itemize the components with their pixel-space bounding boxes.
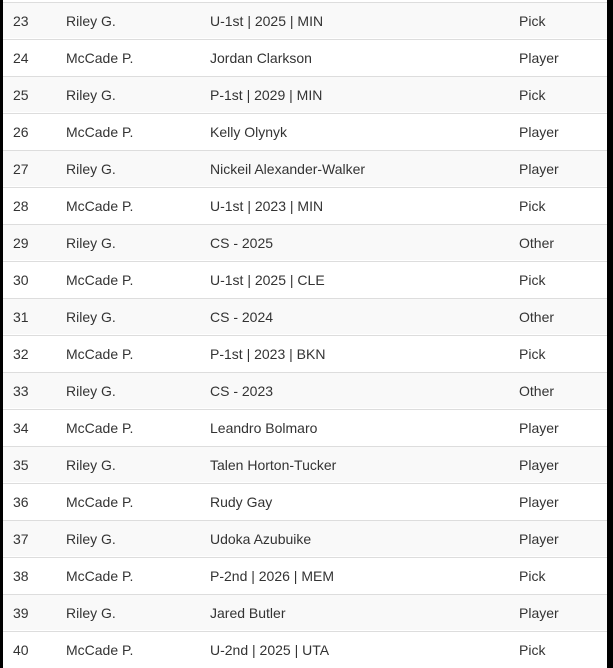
asset-name: P-1st | 2029 | MIN bbox=[210, 87, 323, 103]
asset-name: CS - 2024 bbox=[210, 309, 274, 325]
asset-type: Pick bbox=[519, 272, 546, 288]
team-owner: Riley G. bbox=[66, 161, 116, 177]
pick-number: 25 bbox=[13, 87, 29, 103]
asset-type: Player bbox=[519, 161, 559, 177]
asset-name: Rudy Gay bbox=[210, 494, 273, 510]
team-owner: McCade P. bbox=[66, 568, 134, 584]
team-owner: Riley G. bbox=[66, 235, 116, 251]
asset-type: Other bbox=[519, 383, 555, 399]
pick-number: 27 bbox=[13, 161, 29, 177]
asset-name: P-2nd | 2026 | MEM bbox=[210, 568, 334, 584]
asset-type: Player bbox=[519, 531, 559, 547]
asset-name: Talen Horton-Tucker bbox=[210, 457, 337, 473]
pick-number: 40 bbox=[13, 642, 29, 658]
table-row: 31 Riley G. CS - 2024 Other bbox=[3, 298, 607, 334]
pick-number: 37 bbox=[13, 531, 29, 547]
team-owner: McCade P. bbox=[66, 124, 134, 140]
pick-number: 24 bbox=[13, 50, 29, 66]
asset-name: Udoka Azubuike bbox=[210, 531, 312, 547]
table-row: 36 McCade P. Rudy Gay Player bbox=[3, 483, 607, 519]
asset-type: Pick bbox=[519, 568, 546, 584]
asset-type: Other bbox=[519, 235, 555, 251]
pick-number: 33 bbox=[13, 383, 29, 399]
asset-name: Jared Butler bbox=[210, 605, 286, 621]
pick-number: 36 bbox=[13, 494, 29, 510]
table-row: 27 Riley G. Nickeil Alexander-Walker Pla… bbox=[3, 150, 607, 186]
pick-number: 30 bbox=[13, 272, 29, 288]
asset-type: Player bbox=[519, 605, 559, 621]
pick-number: 34 bbox=[13, 420, 29, 436]
table-row: 23 Riley G. U-1st | 2025 | MIN Pick bbox=[3, 2, 607, 38]
window-edge bbox=[607, 0, 613, 668]
asset-name: U-1st | 2023 | MIN bbox=[210, 198, 324, 214]
team-owner: McCade P. bbox=[66, 420, 134, 436]
asset-name: Nickeil Alexander-Walker bbox=[210, 161, 366, 177]
team-owner: Riley G. bbox=[66, 457, 116, 473]
asset-type: Player bbox=[519, 457, 559, 473]
asset-type: Pick bbox=[519, 87, 546, 103]
asset-type: Pick bbox=[519, 346, 546, 362]
pick-number: 35 bbox=[13, 457, 29, 473]
asset-name: P-1st | 2023 | BKN bbox=[210, 346, 326, 362]
team-owner: McCade P. bbox=[66, 642, 134, 658]
table-row: 32 McCade P. P-1st | 2023 | BKN Pick bbox=[3, 335, 607, 371]
table-row: 30 McCade P. U-1st | 2025 | CLE Pick bbox=[3, 261, 607, 297]
asset-type: Player bbox=[519, 50, 559, 66]
team-owner: McCade P. bbox=[66, 198, 134, 214]
pick-number: 26 bbox=[13, 124, 29, 140]
team-owner: Riley G. bbox=[66, 309, 116, 325]
table-row: 26 McCade P. Kelly Olynyk Player bbox=[3, 113, 607, 149]
team-owner: Riley G. bbox=[66, 87, 116, 103]
team-owner: McCade P. bbox=[66, 50, 134, 66]
table-row: 25 Riley G. P-1st | 2029 | MIN Pick bbox=[3, 76, 607, 112]
asset-name: U-2nd | 2025 | UTA bbox=[210, 642, 330, 658]
table-row: 38 McCade P. P-2nd | 2026 | MEM Pick bbox=[3, 557, 607, 593]
asset-name: CS - 2025 bbox=[210, 235, 274, 251]
table-row: 37 Riley G. Udoka Azubuike Player bbox=[3, 520, 607, 556]
pick-number: 23 bbox=[13, 13, 29, 29]
team-owner: McCade P. bbox=[66, 346, 134, 362]
pick-number: 28 bbox=[13, 198, 29, 214]
asset-name: U-1st | 2025 | CLE bbox=[210, 272, 325, 288]
asset-type: Player bbox=[519, 124, 559, 140]
team-owner: Riley G. bbox=[66, 605, 116, 621]
team-owner: Riley G. bbox=[66, 383, 116, 399]
team-owner: McCade P. bbox=[66, 272, 134, 288]
asset-name: Kelly Olynyk bbox=[210, 124, 288, 140]
asset-name: CS - 2023 bbox=[210, 383, 274, 399]
table-row: 33 Riley G. CS - 2023 Other bbox=[3, 372, 607, 408]
asset-type: Pick bbox=[519, 642, 546, 658]
table-row: 40 McCade P. U-2nd | 2025 | UTA Pick bbox=[3, 631, 607, 667]
pick-number: 29 bbox=[13, 235, 29, 251]
table-row: 24 McCade P. Jordan Clarkson Player bbox=[3, 39, 607, 75]
table-row: 39 Riley G. Jared Butler Player bbox=[3, 594, 607, 630]
table-row: 29 Riley G. CS - 2025 Other bbox=[3, 224, 607, 260]
pick-number: 32 bbox=[13, 346, 29, 362]
asset-type: Player bbox=[519, 420, 559, 436]
asset-type: Player bbox=[519, 494, 559, 510]
asset-type: Pick bbox=[519, 13, 546, 29]
team-owner: Riley G. bbox=[66, 13, 116, 29]
team-owner: Riley G. bbox=[66, 531, 116, 547]
table-row: 28 McCade P. U-1st | 2023 | MIN Pick bbox=[3, 187, 607, 223]
asset-name: Jordan Clarkson bbox=[210, 50, 312, 66]
asset-name: U-1st | 2025 | MIN bbox=[210, 13, 324, 29]
pick-number: 31 bbox=[13, 309, 29, 325]
asset-name: Leandro Bolmaro bbox=[210, 420, 318, 436]
table-row: 34 McCade P. Leandro Bolmaro Player bbox=[3, 409, 607, 445]
draft-results-table: 23 Riley G. U-1st | 2025 | MIN Pick 24 M… bbox=[3, 0, 607, 668]
asset-type: Other bbox=[519, 309, 555, 325]
pick-number: 38 bbox=[13, 568, 29, 584]
team-owner: McCade P. bbox=[66, 494, 134, 510]
asset-type: Pick bbox=[519, 198, 546, 214]
pick-number: 39 bbox=[13, 605, 29, 621]
table-row: 35 Riley G. Talen Horton-Tucker Player bbox=[3, 446, 607, 482]
